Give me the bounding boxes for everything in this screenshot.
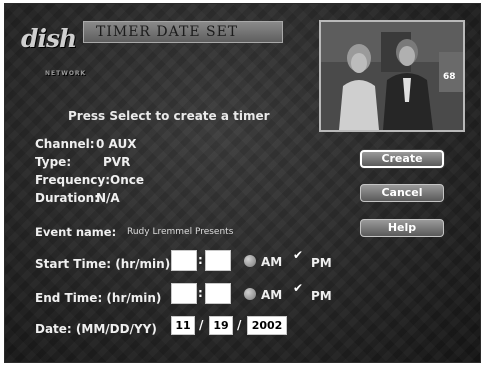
channel-label: Channel: (35, 137, 95, 151)
date-label: Date: (MM/DD/YY) (35, 322, 157, 336)
end-minute-field[interactable] (205, 283, 231, 304)
end-hour-field[interactable] (171, 283, 197, 304)
start-am-radio[interactable] (244, 255, 256, 267)
date-separator-2: / (237, 318, 242, 332)
event-name-label: Event name: (35, 225, 117, 239)
instruction-text: Press Select to create a timer (68, 109, 270, 123)
end-pm-label: PM (311, 289, 332, 303)
date-year-field[interactable]: 2002 (247, 316, 287, 335)
start-pm-check-icon[interactable]: ✔ (293, 248, 303, 262)
video-preview: 68 (319, 20, 465, 132)
end-pm-check-icon[interactable]: ✔ (293, 281, 303, 295)
end-time-separator: : (198, 286, 203, 300)
date-separator-1: / (199, 318, 204, 332)
date-day-field[interactable]: 19 (209, 316, 233, 335)
start-hour-field[interactable] (171, 250, 197, 271)
date-month-field[interactable]: 11 (171, 316, 195, 335)
frequency-value: Once (110, 173, 144, 187)
start-minute-field[interactable] (205, 250, 231, 271)
start-am-label: AM (261, 255, 283, 269)
start-pm-label: PM (311, 256, 332, 270)
end-am-radio[interactable] (244, 288, 256, 300)
type-value: PVR (103, 155, 131, 169)
timer-date-set-screen: dish NETWORK TIMER DATE SET 68 Press Sel… (4, 3, 481, 363)
logo-text: dish (21, 24, 77, 53)
start-time-label: Start Time: (hr/min) (35, 257, 171, 271)
frequency-label: Frequency: (35, 173, 111, 187)
create-button[interactable]: Create (360, 150, 444, 168)
logo-subtext: NETWORK (45, 70, 87, 77)
help-button[interactable]: Help (360, 219, 444, 237)
channel-value: 0 AUX (96, 137, 137, 151)
screen-title: TIMER DATE SET (83, 21, 283, 43)
cancel-button[interactable]: Cancel (360, 184, 444, 202)
svg-text:68: 68 (443, 72, 456, 82)
start-time-separator: : (198, 253, 203, 267)
duration-label: Duration: (35, 191, 99, 205)
dish-logo: dish NETWORK (21, 24, 85, 77)
preview-image: 68 (321, 22, 463, 130)
end-am-label: AM (261, 288, 283, 302)
duration-value: N/A (96, 191, 120, 205)
event-name-value: Rudy Lremmel Presents (127, 227, 234, 237)
end-time-label: End Time: (hr/min) (35, 291, 162, 305)
type-label: Type: (35, 155, 72, 169)
